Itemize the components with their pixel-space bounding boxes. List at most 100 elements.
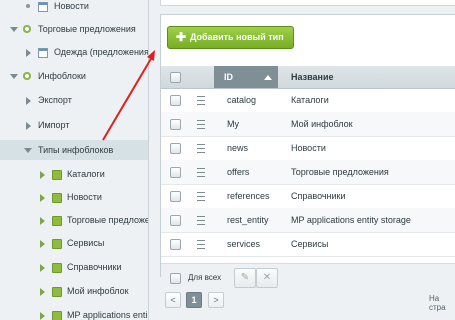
menu-icon[interactable] — [197, 168, 205, 177]
pencil-icon: ✎ — [240, 272, 250, 283]
page-icon — [38, 2, 48, 12]
sidebar-item-label: Торговые предложения — [38, 24, 136, 34]
bullet-icon — [26, 4, 30, 8]
sidebar-item-label: Импорт — [38, 120, 70, 130]
chevron-right-icon[interactable] — [40, 240, 45, 248]
row-checkbox[interactable] — [170, 167, 181, 178]
chevron-down-icon[interactable] — [24, 148, 32, 153]
sidebar-item-label: Инфоблоки — [38, 71, 86, 81]
gear-icon — [22, 24, 32, 34]
folder-icon — [52, 193, 62, 203]
table-row[interactable]: My Мой инфоблок — [161, 112, 455, 137]
gear-icon — [22, 71, 32, 81]
table-row[interactable]: catalog Каталоги — [161, 88, 455, 113]
column-header-id[interactable]: ID — [214, 66, 278, 88]
cell-name: Каталоги — [291, 95, 329, 105]
table-row[interactable]: references Справочники — [161, 184, 455, 209]
cell-id: offers — [227, 167, 250, 177]
table-row[interactable]: services Сервисы — [161, 232, 455, 257]
select-all-checkbox[interactable] — [170, 72, 181, 83]
cell-id: My — [227, 119, 239, 129]
chevron-down-icon[interactable] — [10, 74, 18, 79]
top-panel-edge — [160, 0, 455, 6]
sidebar: Новости Торговые предложения Одежда (пре… — [0, 0, 149, 320]
folder-icon — [52, 216, 62, 226]
sidebar-item-services[interactable]: Сервисы — [0, 233, 148, 253]
row-checkbox[interactable] — [170, 95, 181, 106]
sidebar-item-import[interactable]: Импорт — [0, 115, 148, 135]
chevron-right-icon[interactable] — [40, 264, 45, 272]
table-row[interactable]: offers Торговые предложения — [161, 160, 455, 185]
sidebar-item-label: MP applications enti — [67, 310, 148, 320]
sidebar-item-label: Экспорт — [38, 95, 72, 105]
chevron-right-icon[interactable] — [26, 97, 31, 105]
sidebar-item-offers-type[interactable]: Торговые предложе — [0, 210, 148, 230]
sidebar-item-my-infoblock[interactable]: Мой инфоблок — [0, 281, 148, 301]
cell-name: Торговые предложения — [291, 167, 389, 177]
menu-icon[interactable] — [197, 192, 205, 201]
menu-icon[interactable] — [197, 120, 205, 129]
cell-id: references — [227, 191, 270, 201]
for-all-label: Для всех — [188, 273, 222, 282]
cell-name: MP applications entity storage — [291, 215, 411, 225]
chevron-right-icon[interactable] — [40, 194, 45, 202]
row-checkbox[interactable] — [170, 119, 181, 130]
folder-icon — [52, 263, 62, 273]
delete-button[interactable]: ✕ — [256, 268, 278, 288]
page-size-label: На стра — [429, 294, 446, 312]
folder-icon — [52, 239, 62, 249]
main-area: ✚ Добавить новый тип ID Название catalog… — [160, 0, 455, 320]
sidebar-item-infoblocks[interactable]: Инфоблоки — [0, 66, 148, 86]
cell-name: Справочники — [291, 191, 346, 201]
row-checkbox[interactable] — [170, 215, 181, 226]
row-checkbox[interactable] — [170, 191, 181, 202]
cell-id: rest_entity — [227, 215, 269, 225]
menu-icon[interactable] — [197, 240, 205, 249]
menu-icon[interactable] — [197, 144, 205, 153]
sidebar-item-trade-offers[interactable]: Торговые предложения — [0, 19, 148, 39]
menu-icon[interactable] — [197, 96, 205, 105]
table-row[interactable]: news Новости — [161, 136, 455, 161]
chevron-right-icon[interactable] — [26, 122, 31, 130]
folder-icon — [52, 287, 62, 297]
cell-name: Мой инфоблок — [291, 119, 353, 129]
sidebar-item-news[interactable]: Новости — [0, 0, 148, 16]
chevron-down-icon[interactable] — [10, 27, 18, 32]
sidebar-item-label: Мой инфоблок — [67, 286, 129, 296]
cell-id: services — [227, 239, 261, 249]
sidebar-item-label: Справочники — [67, 262, 122, 272]
select-all-footer-checkbox[interactable] — [170, 273, 181, 284]
plus-icon: ✚ — [176, 30, 187, 44]
column-header-name[interactable]: Название — [291, 66, 333, 88]
sidebar-item-export[interactable]: Экспорт — [0, 90, 148, 110]
row-checkbox[interactable] — [170, 143, 181, 154]
content-panel: ✚ Добавить новый тип ID Название catalog… — [160, 14, 455, 292]
chevron-right-icon[interactable] — [40, 217, 45, 225]
edit-button[interactable]: ✎ — [234, 268, 256, 288]
pager-next-button[interactable]: > — [208, 292, 224, 308]
chevron-right-icon[interactable] — [40, 312, 45, 320]
sidebar-item-infoblock-types[interactable]: Типы инфоблоков — [0, 140, 148, 160]
sidebar-item-label: Торговые предложе — [67, 215, 149, 225]
sidebar-item-news-type[interactable]: Новости — [0, 187, 148, 207]
pager-prev-button[interactable]: < — [165, 292, 181, 308]
sidebar-item-label: Сервисы — [67, 238, 105, 248]
row-checkbox[interactable] — [170, 239, 181, 250]
sidebar-item-catalogs[interactable]: Каталоги — [0, 164, 148, 184]
chevron-right-icon[interactable] — [40, 288, 45, 296]
add-type-label: Добавить новый тип — [190, 32, 284, 42]
folder-icon — [52, 311, 62, 320]
table-row[interactable]: rest_entity MP applications entity stora… — [161, 208, 455, 233]
sidebar-item-label: Новости — [67, 192, 102, 202]
sidebar-item-clothing-offers[interactable]: Одежда (предложения) — [0, 42, 148, 62]
cell-name: Новости — [291, 143, 326, 153]
menu-icon[interactable] — [197, 216, 205, 225]
cell-name: Сервисы — [291, 239, 329, 249]
grid-header: ID Название — [161, 66, 455, 89]
sidebar-item-references[interactable]: Справочники — [0, 257, 148, 277]
add-type-button[interactable]: ✚ Добавить новый тип — [167, 26, 294, 49]
pager-current-page[interactable]: 1 — [186, 292, 202, 308]
chevron-right-icon[interactable] — [40, 171, 45, 179]
chevron-right-icon[interactable] — [26, 49, 31, 57]
sidebar-item-mp-applications[interactable]: MP applications enti — [0, 305, 148, 320]
